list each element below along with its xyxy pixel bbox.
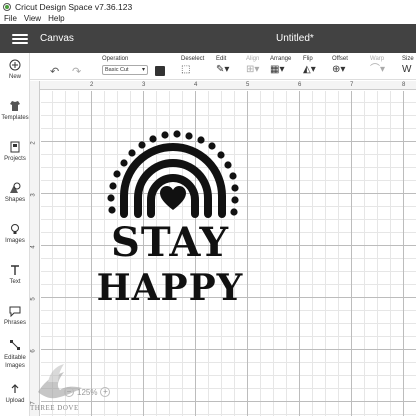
arrange-icon: ▦▾ (270, 64, 285, 75)
sidebar-item-new[interactable]: New (0, 59, 30, 80)
ruler-tick: 4 (30, 245, 37, 249)
sidebar-item-label: Projects (4, 156, 26, 162)
window-title: Cricut Design Space v7.36.123 (15, 1, 133, 12)
design-artwork[interactable]: STAY HAPPY (94, 118, 246, 309)
ruler-tick: 4 (194, 82, 198, 88)
app-logo-icon (3, 2, 11, 11)
zoom-out-button[interactable]: − (64, 387, 74, 397)
offset-label: Offset (332, 56, 348, 62)
pencil-icon: ✎▾ (216, 64, 230, 75)
operation-group: Operation Basic Cut (102, 56, 165, 76)
title-bar: Cricut Design Space v7.36.123 (0, 0, 416, 13)
ruler-tick: 7 (350, 82, 354, 88)
flip-icon: ◭▾ (303, 64, 316, 75)
edit-image-icon (9, 339, 21, 351)
shapes-icon (9, 182, 21, 194)
sidebar-item-images[interactable]: Images (0, 223, 30, 244)
edit-group[interactable]: Edit ✎▾ (216, 56, 229, 75)
canvas-label: Canvas (40, 33, 74, 44)
chat-icon (9, 305, 21, 318)
left-sidebar: New Templates Projects Shapes Images Tex… (0, 53, 30, 416)
sidebar-item-projects[interactable]: Projects (0, 141, 30, 162)
align-label: Align (246, 56, 260, 62)
sidebar-item-label: Shapes (4, 197, 26, 203)
sidebar-item-label: New (8, 74, 21, 80)
rainbow-heart-design: STAY HAPPY (97, 130, 244, 309)
document-title[interactable]: Untitled* (276, 33, 314, 44)
app-header: Canvas Untitled* (0, 24, 416, 53)
sidebar-item-shapes[interactable]: Shapes (0, 182, 30, 203)
warp-icon: ⌒▾ (370, 64, 386, 75)
sidebar-item-label: Upload (5, 398, 25, 404)
edit-label: Edit (216, 56, 227, 62)
ruler-tick: 6 (298, 82, 302, 88)
sidebar-item-upload[interactable]: Upload (0, 383, 30, 404)
undo-icon[interactable]: ↶ (50, 65, 59, 78)
deselect-icon: ⬚ (181, 64, 191, 75)
menu-help[interactable]: Help (48, 14, 64, 23)
warp-group[interactable]: Warp ⌒▾ (370, 56, 385, 75)
zoom-value: 125% (77, 387, 98, 397)
sidebar-item-label: Images (5, 238, 25, 244)
top-toolbar: ↶ ↷ Operation Basic Cut Deselect ⬚ Edit … (30, 53, 416, 80)
ruler-tick: 3 (142, 82, 146, 88)
deselect-label: Deselect (181, 56, 205, 62)
ruler-tick: 2 (90, 82, 94, 88)
menu-file[interactable]: File (4, 14, 17, 23)
zoom-in-button[interactable]: + (100, 387, 111, 397)
menu-bar: File View Help (0, 13, 416, 24)
operation-select[interactable]: Basic Cut (102, 65, 148, 75)
offset-group[interactable]: Offset ⊕▾ (332, 56, 348, 75)
sidebar-item-label: Phrases (3, 320, 26, 326)
hamburger-menu-icon[interactable] (12, 33, 28, 44)
bulb-icon (9, 223, 21, 235)
arrange-label: Arrange (270, 56, 292, 62)
ruler-tick: 3 (30, 193, 37, 197)
top-ruler: 2 3 4 5 6 7 8 (40, 81, 416, 90)
align-icon: ⊞▾ (246, 64, 260, 75)
operation-label: Operation (102, 56, 129, 62)
warp-label: Warp (370, 56, 385, 62)
ruler-tick: 5 (246, 82, 250, 88)
ruler-tick: 5 (30, 297, 37, 301)
size-label: Size (402, 56, 414, 62)
text-icon (9, 264, 21, 276)
design-text-line2: HAPPY (97, 267, 244, 308)
deselect-group[interactable]: Deselect ⬚ (181, 56, 204, 75)
zoom-control: − 125% + (64, 387, 111, 397)
align-group[interactable]: Align ⊞▾ (246, 56, 259, 75)
ruler-tick: 6 (30, 349, 37, 353)
sidebar-item-phrases[interactable]: Phrases (0, 305, 30, 326)
upload-icon (9, 383, 21, 395)
shirt-icon (9, 100, 21, 112)
color-swatch[interactable] (155, 66, 165, 76)
sidebar-item-editable-images[interactable]: Editable Images (0, 339, 30, 370)
projects-icon (9, 141, 21, 153)
design-text-line1: STAY (111, 219, 229, 266)
sidebar-item-label: Editable Images (4, 355, 26, 369)
redo-icon[interactable]: ↷ (72, 65, 81, 78)
sidebar-item-templates[interactable]: Templates (0, 100, 30, 121)
ruler-tick: 2 (30, 141, 37, 145)
menu-view[interactable]: View (24, 14, 41, 23)
sidebar-item-label: Templates (1, 115, 29, 121)
offset-icon: ⊕▾ (332, 64, 346, 75)
ruler-tick: 8 (402, 82, 406, 88)
sidebar-item-text[interactable]: Text (0, 264, 30, 285)
watermark-text: THREE DOVE (30, 404, 79, 412)
width-icon: W (402, 64, 412, 75)
flip-group[interactable]: Flip ◭▾ (303, 56, 316, 75)
plus-icon (9, 59, 21, 71)
arrange-group[interactable]: Arrange ▦▾ (270, 56, 291, 75)
flip-label: Flip (303, 56, 313, 62)
size-group[interactable]: Size W (402, 56, 414, 75)
sidebar-item-label: Text (9, 279, 21, 285)
